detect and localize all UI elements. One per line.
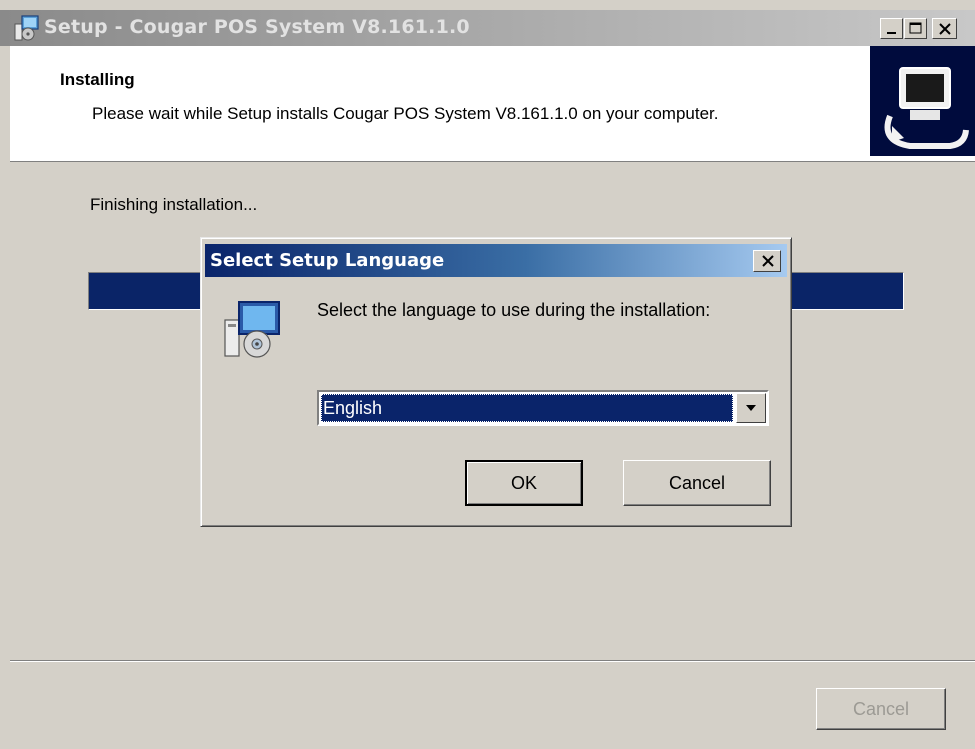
language-select[interactable]: English (317, 390, 769, 426)
setup-app-icon (14, 15, 39, 41)
chevron-down-icon (746, 405, 756, 411)
language-dialog: Select Setup Language Select the languag… (200, 237, 792, 527)
close-icon (762, 255, 774, 267)
ok-button[interactable]: OK (465, 460, 583, 506)
setup-installer-icon (224, 301, 280, 358)
dialog-title: Select Setup Language (210, 250, 445, 271)
dialog-prompt: Select the language to use during the in… (317, 300, 711, 320)
wizard-header: Installing Please wait while Setup insta… (10, 46, 975, 162)
setup-window: Setup - Cougar POS System V8.161.1.0 Ins… (0, 0, 975, 749)
minimize-button[interactable] (880, 18, 903, 39)
dialog-titlebar[interactable]: Select Setup Language (205, 244, 787, 277)
maximize-button[interactable] (904, 18, 927, 39)
cancel-button[interactable]: Cancel (816, 688, 946, 730)
footer-divider (10, 660, 975, 662)
dialog-close-button[interactable] (753, 250, 781, 272)
dialog-cancel-button[interactable]: Cancel (623, 460, 771, 506)
page-title: Installing (60, 70, 135, 89)
dropdown-arrow-button[interactable] (736, 393, 766, 423)
window-titlebar[interactable]: Setup - Cougar POS System V8.161.1.0 (0, 10, 975, 46)
page-subtitle: Please wait while Setup installs Cougar … (92, 104, 719, 123)
status-text: Finishing installation... (90, 195, 258, 214)
window-title: Setup - Cougar POS System V8.161.1.0 (44, 16, 470, 38)
computer-install-icon (870, 46, 975, 156)
close-icon (939, 23, 951, 35)
maximize-icon (909, 22, 922, 34)
language-select-value: English (321, 394, 733, 422)
close-button[interactable] (932, 18, 957, 39)
minimize-icon (887, 32, 896, 34)
